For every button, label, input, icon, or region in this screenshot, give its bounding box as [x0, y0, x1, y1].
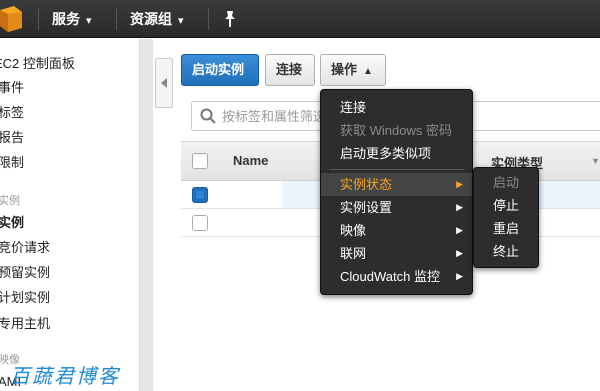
- chevron-right-icon: ▶: [456, 248, 463, 258]
- menu-item-networking[interactable]: 联网 ▶: [321, 242, 472, 265]
- sidebar-item-tags[interactable]: 标签: [0, 102, 24, 124]
- actions-button-label: 操作: [331, 62, 358, 77]
- sidebar-scrollbar[interactable]: [139, 39, 153, 391]
- watermark-text: 百蔬君博客: [10, 364, 120, 388]
- search-icon: [200, 108, 216, 124]
- resource-groups-menu-label: 资源组: [130, 11, 172, 27]
- divider: [208, 8, 209, 30]
- row-checkbox[interactable]: [192, 187, 208, 203]
- actions-dropdown-menu: 连接 获取 Windows 密码 启动更多类似项 实例状态 ▶ 实例设置 ▶ 映像 ▶…: [320, 89, 473, 295]
- menu-item-terminate[interactable]: 终止: [474, 240, 538, 263]
- top-navigation-bar: 服务 ▾ 资源组 ▾: [0, 0, 600, 38]
- menu-item-connect[interactable]: 连接: [321, 96, 472, 119]
- launch-instance-button[interactable]: 启动实例: [181, 54, 259, 86]
- chevron-left-icon: [161, 78, 167, 88]
- menu-item-start[interactable]: 启动: [474, 171, 538, 194]
- sidebar: EC2 控制面板 事件 标签 报告 限制 实例 实例 竞价请求 预留实例 计划实…: [0, 39, 140, 391]
- sidebar-item-scheduled-instances[interactable]: 计划实例: [0, 287, 50, 309]
- chevron-right-icon: ▶: [456, 225, 463, 235]
- collapse-sidebar-button[interactable]: [155, 58, 173, 108]
- chevron-down-icon: ▾: [86, 15, 92, 27]
- divider: [116, 8, 117, 30]
- menu-item-reboot[interactable]: 重启: [474, 217, 538, 240]
- aws-logo-icon[interactable]: [0, 6, 22, 32]
- sidebar-item-limits[interactable]: 限制: [0, 152, 24, 174]
- sidebar-item-reserved-instances[interactable]: 预留实例: [0, 262, 50, 284]
- sidebar-item-reports[interactable]: 报告: [0, 127, 24, 149]
- connect-button[interactable]: 连接: [265, 54, 315, 86]
- sort-icon[interactable]: ▼: [591, 156, 600, 166]
- chevron-up-icon: ▲: [363, 66, 373, 77]
- sidebar-item-dedicated-hosts[interactable]: 专用主机: [0, 313, 50, 335]
- sidebar-item-ec2-dashboard[interactable]: EC2 控制面板: [0, 53, 75, 75]
- menu-item-cloudwatch-monitoring[interactable]: CloudWatch 监控 ▶: [321, 265, 472, 288]
- instance-state-submenu: 启动 停止 重启 终止: [473, 167, 539, 268]
- select-all-checkbox[interactable]: [192, 153, 208, 169]
- chevron-down-icon: ▾: [178, 15, 184, 27]
- services-menu[interactable]: 服务 ▾: [52, 0, 92, 38]
- menu-item-stop[interactable]: 停止: [474, 194, 538, 217]
- sidebar-item-events[interactable]: 事件: [0, 77, 24, 99]
- chevron-right-icon: ▶: [456, 202, 463, 212]
- menu-item-image[interactable]: 映像 ▶: [321, 219, 472, 242]
- divider: [38, 8, 39, 30]
- resource-groups-menu[interactable]: 资源组 ▾: [130, 0, 184, 38]
- menu-item-instance-state[interactable]: 实例状态 ▶: [321, 173, 472, 196]
- sidebar-section-instances: 实例: [0, 195, 20, 207]
- column-header-name[interactable]: Name: [233, 153, 268, 168]
- pin-icon[interactable]: [222, 10, 238, 28]
- sidebar-item-instances[interactable]: 实例: [0, 212, 24, 234]
- services-menu-label: 服务: [52, 11, 80, 27]
- row-checkbox[interactable]: [192, 215, 208, 231]
- menu-item-get-windows-password[interactable]: 获取 Windows 密码: [321, 119, 472, 142]
- sidebar-item-spot-requests[interactable]: 竞价请求: [0, 237, 50, 259]
- chevron-right-icon: ▶: [456, 271, 463, 281]
- actions-button[interactable]: 操作 ▲: [320, 54, 386, 86]
- menu-item-instance-settings[interactable]: 实例设置 ▶: [321, 196, 472, 219]
- menu-divider: [329, 169, 464, 170]
- chevron-right-icon: ▶: [456, 179, 463, 189]
- menu-item-launch-more-like-this[interactable]: 启动更多类似项: [321, 142, 472, 165]
